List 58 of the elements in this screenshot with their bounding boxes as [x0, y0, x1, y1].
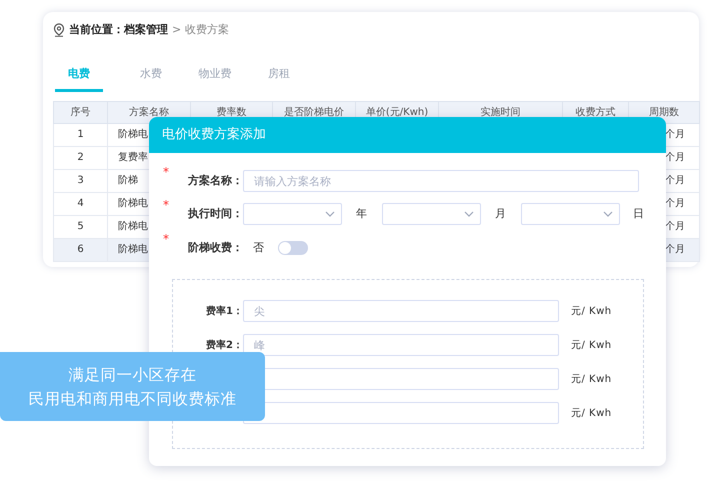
table-cell: 个月 [665, 175, 685, 186]
rate-input[interactable] [243, 402, 559, 424]
plan-name-input[interactable]: 请输入方案名称 [243, 170, 639, 192]
field-label: 执行时间： [186, 206, 243, 222]
date-unit: 年 [356, 206, 367, 222]
switch-state-text: 否 [253, 240, 264, 256]
column-header: 序号 [54, 101, 108, 123]
callout-text: 满足同一小区存在 [68, 364, 196, 386]
table-cell: 阶梯 [118, 175, 138, 186]
date-unit: 日 [633, 206, 644, 222]
breadcrumb-separator: > [172, 22, 182, 38]
field-label: 阶梯收费： [187, 240, 243, 256]
date-select[interactable] [521, 203, 620, 225]
unit-label: 元/ Kwh [571, 304, 612, 318]
dialog-title: 电价收费方案添加 [149, 117, 666, 153]
required-mark: * [163, 231, 169, 248]
table-cell: 4 [77, 198, 84, 209]
callout-text: 民用电和商用电不同收费标准 [28, 388, 236, 410]
table-cell: 6 [77, 244, 84, 255]
required-mark: * [163, 164, 169, 181]
rate-label: 费率2： [205, 338, 243, 352]
breadcrumb-current: 收费方案 [185, 22, 230, 38]
tab[interactable]: 房租 [247, 62, 311, 92]
table-cell: 个月 [665, 152, 685, 163]
tab[interactable]: 物业费 [183, 62, 247, 92]
location-pin-icon [53, 23, 65, 37]
table-cell: 个月 [665, 129, 685, 140]
table-cell: 复费率 [118, 152, 148, 163]
chevron-down-icon [325, 211, 335, 217]
chevron-down-icon [464, 211, 474, 217]
table-cell: 阶梯电 [118, 244, 148, 255]
date-unit: 月 [495, 206, 506, 222]
table-cell: 阶梯电 [118, 198, 148, 209]
table-cell: 个月 [665, 221, 685, 232]
table-cell: 阶梯电 [118, 221, 148, 232]
unit-label: 元/ Kwh [571, 372, 612, 386]
rate-label: 费率1： [205, 304, 243, 318]
unit-label: 元/ Kwh [571, 338, 612, 352]
table-cell: 2 [77, 152, 84, 163]
tab[interactable]: 电费 [55, 62, 103, 92]
field-label: 方案名称： [186, 172, 243, 189]
table-cell: 1 [77, 129, 84, 140]
table-cell: 阶梯电 [118, 129, 148, 140]
required-mark: * [163, 197, 169, 214]
breadcrumb-link[interactable]: 档案管理 [124, 22, 168, 38]
chevron-down-icon [603, 211, 613, 217]
table-cell: 个月 [665, 198, 685, 209]
rate-input[interactable]: 尖 [243, 300, 559, 322]
table-cell: 5 [77, 221, 84, 232]
date-select[interactable] [243, 203, 342, 225]
tab[interactable]: 水费 [119, 62, 183, 92]
tier-toggle-switch[interactable] [278, 241, 308, 255]
table-cell: 个月 [665, 244, 685, 255]
date-select[interactable] [382, 203, 481, 225]
rate-input[interactable]: 峰 [243, 334, 559, 356]
breadcrumb-label: 当前位置： [69, 22, 124, 38]
unit-label: 元/ Kwh [571, 406, 612, 420]
table-cell: 3 [77, 175, 84, 186]
